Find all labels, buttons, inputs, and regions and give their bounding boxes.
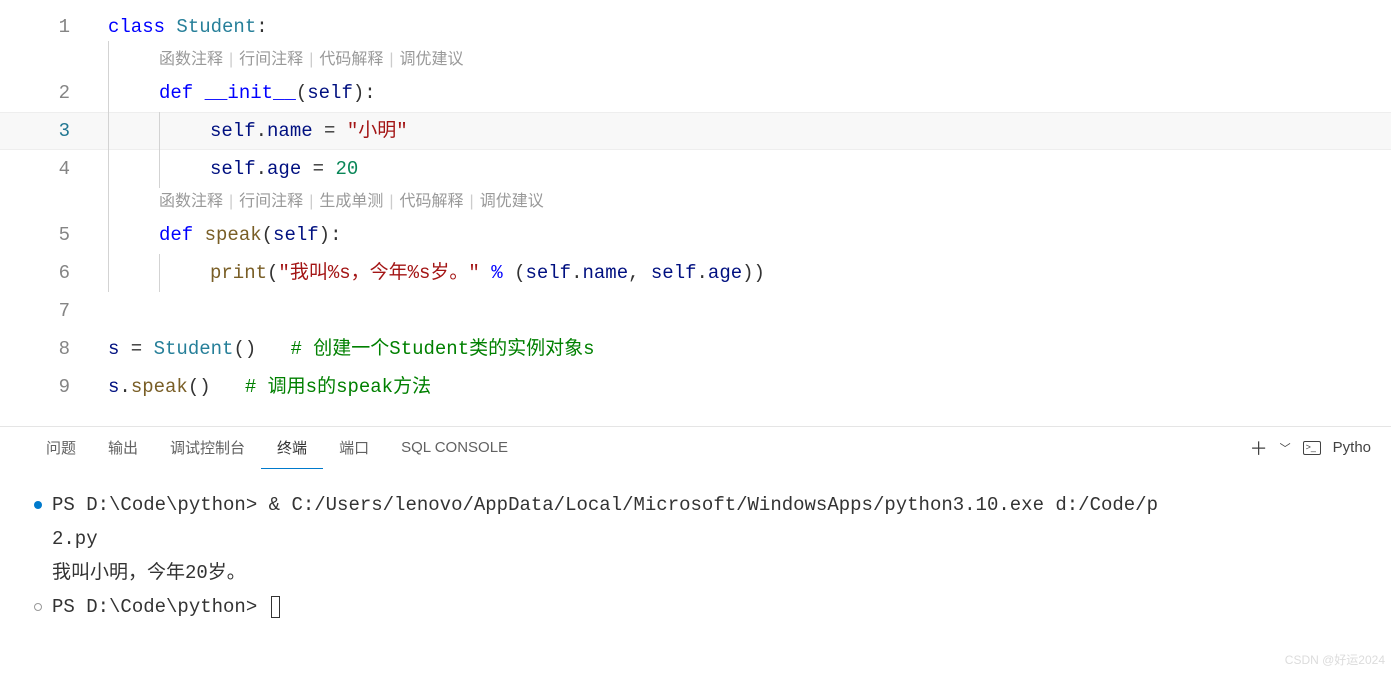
codelens-func-comment[interactable]: 函数注释	[159, 46, 223, 74]
code-line[interactable]: 2 def __init__ ( self ) :	[0, 74, 1391, 112]
code-line-current[interactable]: 3 self . name = "小明"	[0, 112, 1391, 150]
method-speak: speak	[205, 216, 262, 254]
watermark: CSDN @好运2024	[1285, 651, 1385, 668]
terminal-line: 我叫小明，今年20岁。	[34, 556, 1357, 590]
panel-tab-bar: 问题 输出 调试控制台 终端 端口 SQL CONSOLE ＋ ﹀ >_ Pyt…	[0, 426, 1391, 468]
terminal-line: PS D:\Code\python>	[34, 590, 1357, 624]
builtin-print: print	[210, 254, 267, 292]
keyword-class: class	[108, 8, 165, 46]
param-self: self	[273, 216, 319, 254]
terminal-icon[interactable]: >_	[1303, 441, 1321, 455]
comment: # 调用s的speak方法	[245, 368, 431, 406]
prop-name: name	[267, 112, 313, 150]
chevron-down-icon[interactable]: ﹀	[1280, 440, 1291, 456]
line-number: 4	[0, 150, 90, 188]
keyword-def: def	[159, 216, 193, 254]
line-number: 6	[0, 254, 90, 292]
terminal-line: PS D:\Code\python> & C:/Users/lenovo/App…	[34, 488, 1357, 522]
status-dot-idle-icon	[34, 603, 42, 611]
codelens-inline-comment[interactable]: 行间注释	[239, 188, 303, 216]
code-line[interactable]: 7	[0, 292, 1391, 330]
terminal-profile-label[interactable]: Pytho	[1333, 439, 1371, 456]
number-literal: 20	[335, 150, 358, 188]
code-line[interactable]: 9 s . speak ( ) # 调用s的speak方法	[0, 368, 1391, 406]
terminal-prompt: PS D:\Code\python>	[52, 596, 269, 618]
line-number: 5	[0, 216, 90, 254]
var-s: s	[108, 368, 119, 406]
tab-output[interactable]: 输出	[92, 427, 154, 469]
codelens-row: 函数注释 | 行间注释 | 代码解释 | 调优建议	[0, 46, 1391, 74]
codelens-row: 函数注释 | 行间注释 | 生成单测 | 代码解释 | 调优建议	[0, 188, 1391, 216]
terminal-output[interactable]: PS D:\Code\python> & C:/Users/lenovo/App…	[0, 468, 1391, 674]
method-init: __init__	[205, 74, 296, 112]
prop-age: age	[267, 150, 301, 188]
code-line[interactable]: 5 def speak ( self ) :	[0, 216, 1391, 254]
token-self: self	[210, 112, 256, 150]
code-editor[interactable]: 1 class Student : 函数注释 | 行间注释 | 代码解释 | 调…	[0, 0, 1391, 426]
code-line[interactable]: 8 s = Student ( ) # 创建一个Student类的实例对象s	[0, 330, 1391, 368]
new-terminal-icon[interactable]: ＋	[1250, 435, 1268, 461]
terminal-cursor[interactable]	[271, 596, 280, 618]
string-literal: "小明"	[347, 112, 408, 150]
line-number: 3	[0, 112, 90, 150]
terminal-command-cont: 2.py	[52, 522, 1357, 556]
codelens-optimize[interactable]: 调优建议	[400, 46, 464, 74]
tab-sql-console[interactable]: SQL CONSOLE	[385, 427, 524, 469]
tab-debug-console[interactable]: 调试控制台	[154, 427, 261, 469]
code-line[interactable]: 4 self . age = 20	[0, 150, 1391, 188]
line-number: 1	[0, 8, 90, 46]
codelens-explain[interactable]: 代码解释	[319, 46, 383, 74]
keyword-def: def	[159, 74, 193, 112]
terminal-prompt: PS D:\Code\python>	[52, 494, 269, 516]
comment: # 创建一个Student类的实例对象s	[290, 330, 594, 368]
line-number: 7	[0, 292, 90, 330]
string-literal: "我叫%s，今年%s岁。"	[278, 254, 479, 292]
var-s: s	[108, 330, 119, 368]
class-name: Student	[176, 8, 256, 46]
terminal-output-text: 我叫小明，今年20岁。	[52, 556, 1357, 590]
code-line[interactable]: 6 print ( "我叫%s，今年%s岁。" % ( self . name …	[0, 254, 1391, 292]
token-self: self	[210, 150, 256, 188]
code-line[interactable]: 1 class Student :	[0, 8, 1391, 46]
line-number: 8	[0, 330, 90, 368]
line-number: 2	[0, 74, 90, 112]
terminal-command: & C:/Users/lenovo/AppData/Local/Microsof…	[269, 494, 1158, 516]
tab-problems[interactable]: 问题	[30, 427, 92, 469]
status-dot-active-icon	[34, 501, 42, 509]
line-number: 9	[0, 368, 90, 406]
codelens-explain[interactable]: 代码解释	[400, 188, 464, 216]
param-self: self	[307, 74, 353, 112]
codelens-func-comment[interactable]: 函数注释	[159, 188, 223, 216]
codelens-inline-comment[interactable]: 行间注释	[239, 46, 303, 74]
tab-terminal[interactable]: 终端	[261, 427, 323, 469]
terminal-line: 2.py	[34, 522, 1357, 556]
codelens-unit-test[interactable]: 生成单测	[319, 188, 383, 216]
tab-ports[interactable]: 端口	[323, 427, 385, 469]
codelens-optimize[interactable]: 调优建议	[480, 188, 544, 216]
